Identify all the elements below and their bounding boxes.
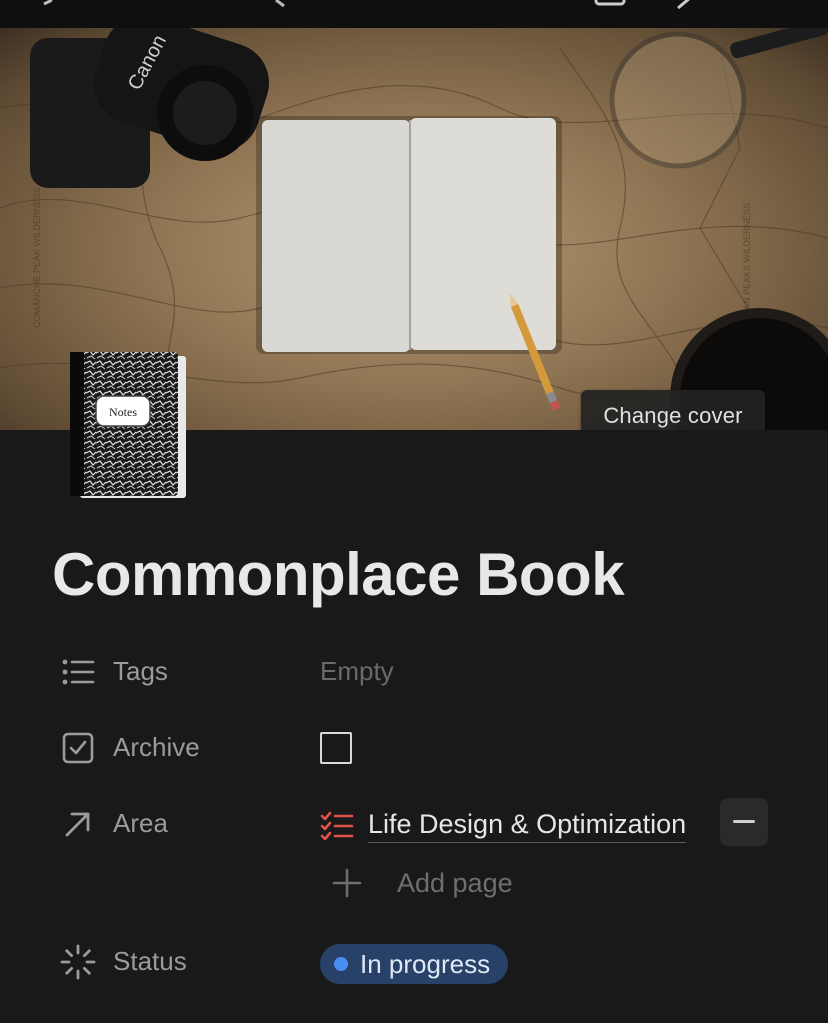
toolbar-icon[interactable] <box>268 0 302 10</box>
property-label-area[interactable]: Area <box>113 808 168 839</box>
change-cover-button[interactable]: Change cover <box>581 390 765 430</box>
plus-icon <box>332 868 362 898</box>
notebook-label: Notes <box>109 405 137 419</box>
minus-icon <box>733 820 755 823</box>
list-icon <box>62 659 95 685</box>
edit-icon[interactable] <box>670 0 704 10</box>
checklist-icon <box>320 811 354 841</box>
add-page-button[interactable]: Add page <box>330 866 513 900</box>
area-relation-link[interactable]: Life Design & Optimization <box>320 806 687 846</box>
status-dot <box>334 957 348 971</box>
property-label-status[interactable]: Status <box>113 946 187 977</box>
top-toolbar <box>0 0 828 28</box>
svg-text:COMANCHE PEAK WILDERNESS: COMANCHE PEAK WILDERNESS <box>32 187 42 328</box>
comment-icon[interactable] <box>594 0 628 10</box>
notebook-icon: Notes <box>70 352 186 498</box>
area-link-text[interactable]: Life Design & Optimization <box>368 809 687 843</box>
tags-value[interactable]: Empty <box>320 656 394 687</box>
property-label-archive[interactable]: Archive <box>113 732 200 763</box>
status-badge[interactable]: In progress <box>320 944 509 984</box>
remove-relation-button[interactable] <box>720 798 768 846</box>
page-icon-notebook[interactable]: Notes <box>66 350 190 502</box>
checkbox-icon <box>62 732 94 764</box>
arrow-up-right-icon <box>65 812 90 837</box>
status-spinner-icon <box>60 944 96 980</box>
property-label-tags[interactable]: Tags <box>113 656 168 687</box>
archive-checkbox[interactable] <box>320 732 352 764</box>
status-value: In progress <box>360 948 491 979</box>
back-icon[interactable] <box>40 0 74 10</box>
page-title[interactable]: Commonplace Book <box>52 540 625 609</box>
add-page-label: Add page <box>397 867 513 898</box>
